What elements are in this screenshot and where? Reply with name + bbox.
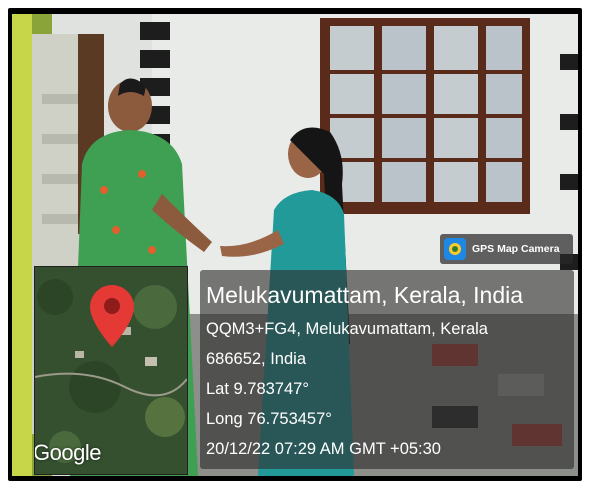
photo: GPS Map Camera Melukavumattam, Kerala, I… <box>12 14 578 476</box>
map-pin-icon <box>90 285 134 347</box>
address-line-2: 686652, India <box>206 350 307 368</box>
datetime: 20/12/22 07:29 AM GMT +05:30 <box>206 440 441 458</box>
satellite-map: Google <box>34 266 188 475</box>
location-title: Melukavumattam, Kerala, India <box>206 282 524 308</box>
latitude: Lat 9.783747° <box>206 380 309 398</box>
gps-map-camera-badge: GPS Map Camera <box>440 234 573 264</box>
map-camera-icon <box>444 238 466 260</box>
address-line-1: QQM3+FG4, Melukavumattam, Kerala <box>206 320 488 338</box>
longitude: Long 76.753457° <box>206 410 332 428</box>
location-overlay: Melukavumattam, Kerala, India QQM3+FG4, … <box>200 270 574 469</box>
badge-label: GPS Map Camera <box>472 243 560 255</box>
google-watermark: Google <box>34 440 101 465</box>
